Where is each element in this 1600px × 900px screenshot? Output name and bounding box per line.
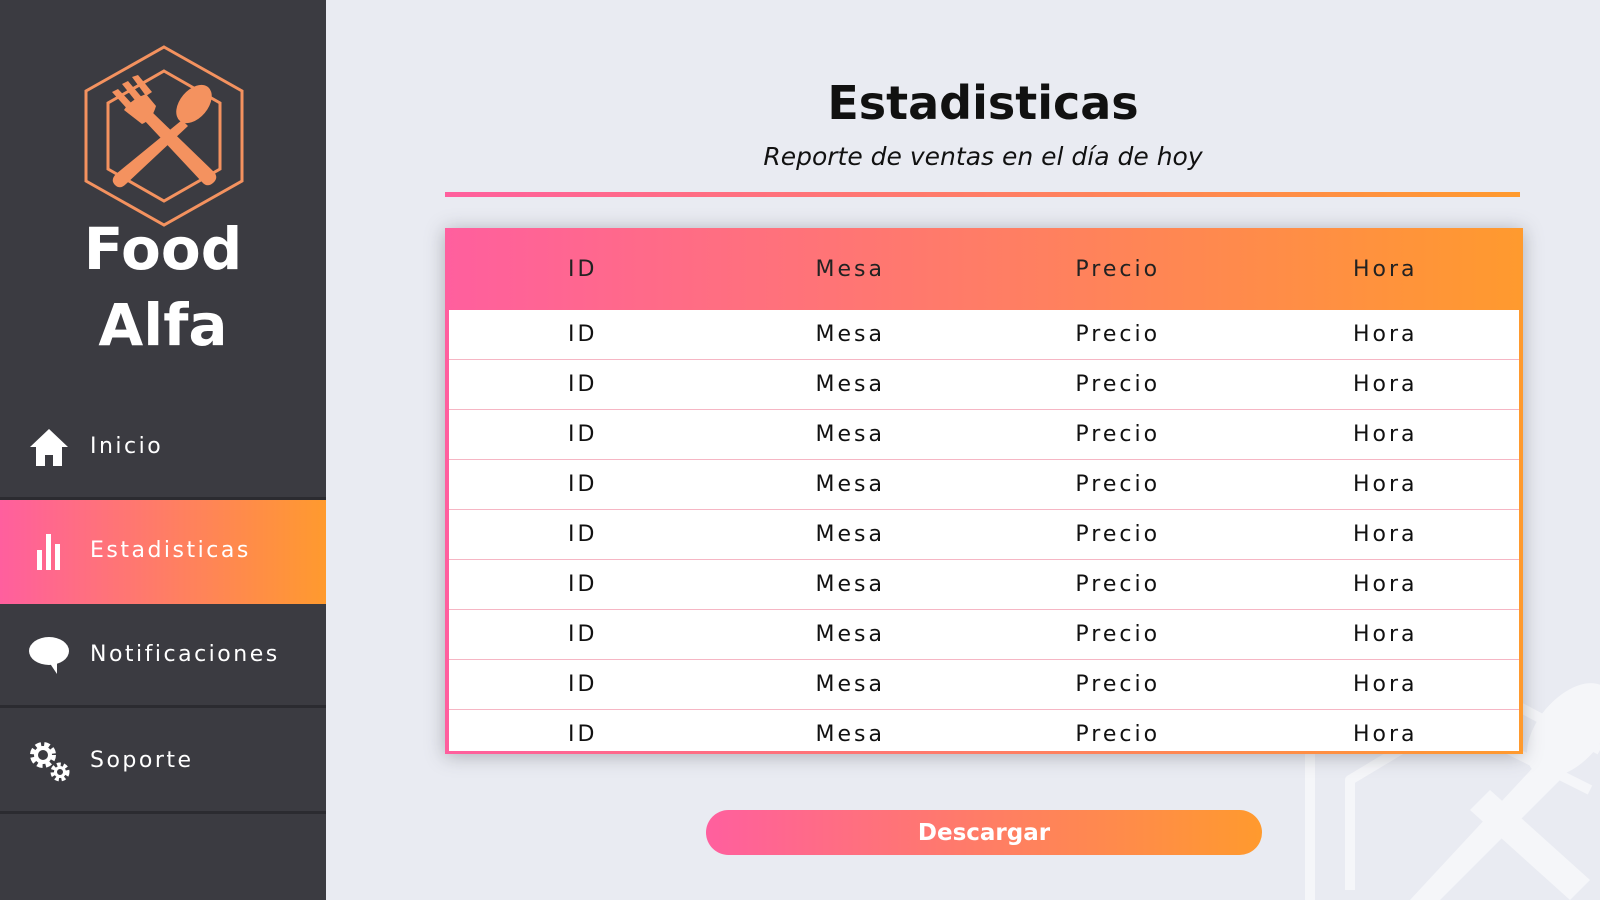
- table-cell-hora: Hora: [1352, 622, 1418, 647]
- table-header-row: ID Mesa Precio Hora: [449, 228, 1519, 310]
- table-cell-precio: Precio: [1075, 522, 1161, 547]
- table-cell-hora: Hora: [1352, 472, 1418, 497]
- table-cell-id: ID: [568, 622, 598, 647]
- sidebar-item-notificaciones[interactable]: Notificaciones: [0, 604, 326, 708]
- sidebar-item-estadisticas[interactable]: Estadisticas: [0, 500, 326, 604]
- table-cell-mesa: Mesa: [815, 672, 885, 697]
- table-row[interactable]: ID Mesa Precio Hora: [449, 410, 1519, 460]
- table-cell-mesa: Mesa: [815, 722, 885, 747]
- table-cell-hora: Hora: [1352, 322, 1418, 347]
- table-cell-id: ID: [568, 572, 598, 597]
- sidebar-item-inicio[interactable]: Inicio: [0, 396, 326, 500]
- table-cell-hora: Hora: [1352, 422, 1418, 447]
- download-button[interactable]: Descargar: [706, 810, 1262, 855]
- table-row[interactable]: ID Mesa Precio Hora: [449, 310, 1519, 360]
- table-cell-id: ID: [568, 372, 598, 397]
- column-header-id[interactable]: ID: [449, 257, 717, 282]
- table-cell-hora: Hora: [1352, 372, 1418, 397]
- table-body: ID Mesa Precio Hora ID Mesa Precio Hora ID Mesa Pr…: [449, 310, 1519, 751]
- table-cell-precio: Precio: [1075, 322, 1161, 347]
- table-cell-id: ID: [568, 322, 598, 347]
- table-cell-id: ID: [568, 672, 598, 697]
- table-row[interactable]: ID Mesa Precio Hora: [449, 560, 1519, 610]
- table-cell-id: ID: [568, 522, 598, 547]
- table-row[interactable]: ID Mesa Precio Hora: [449, 610, 1519, 660]
- column-header-hora[interactable]: Hora: [1252, 257, 1520, 282]
- sidebar-item-label: Estadisticas: [90, 538, 251, 563]
- table-cell-precio: Precio: [1075, 572, 1161, 597]
- column-header-mesa[interactable]: Mesa: [717, 257, 985, 282]
- gears-icon: [26, 738, 72, 784]
- table-row[interactable]: ID Mesa Precio Hora: [449, 710, 1519, 751]
- table-cell-precio: Precio: [1075, 472, 1161, 497]
- table-cell-mesa: Mesa: [815, 622, 885, 647]
- brand-name-line1: Food: [83, 215, 243, 283]
- sidebar-item-label: Inicio: [90, 434, 164, 459]
- table-cell-hora: Hora: [1352, 572, 1418, 597]
- table-row[interactable]: ID Mesa Precio Hora: [449, 660, 1519, 710]
- sidebar-item-soporte[interactable]: Soporte: [0, 710, 326, 814]
- table-cell-id: ID: [568, 722, 598, 747]
- table-cell-precio: Precio: [1075, 372, 1161, 397]
- title-divider: [445, 192, 1520, 197]
- page-subtitle: Reporte de ventas en el día de hoy: [763, 142, 1203, 171]
- sidebar: Food Alfa Inicio Estadisticas Notificaci…: [0, 0, 326, 900]
- table-cell-mesa: Mesa: [815, 322, 885, 347]
- sidebar-item-label: Notificaciones: [90, 642, 280, 667]
- table-cell-precio: Precio: [1075, 722, 1161, 747]
- table-row[interactable]: ID Mesa Precio Hora: [449, 460, 1519, 510]
- column-header-precio[interactable]: Precio: [984, 257, 1252, 282]
- table-cell-mesa: Mesa: [815, 522, 885, 547]
- table-cell-hora: Hora: [1352, 722, 1418, 747]
- home-icon: [26, 424, 72, 470]
- table-cell-precio: Precio: [1075, 672, 1161, 697]
- table-cell-hora: Hora: [1352, 672, 1418, 697]
- table-cell-mesa: Mesa: [815, 572, 885, 597]
- table-cell-mesa: Mesa: [815, 422, 885, 447]
- table-cell-mesa: Mesa: [815, 472, 885, 497]
- speech-bubble-icon: [26, 632, 72, 678]
- table-cell-precio: Precio: [1075, 622, 1161, 647]
- sales-table: ID Mesa Precio Hora ID Mesa Precio Hora ID Me…: [445, 228, 1523, 754]
- table-cell-id: ID: [568, 472, 598, 497]
- table-cell-hora: Hora: [1352, 522, 1418, 547]
- table-cell-mesa: Mesa: [815, 372, 885, 397]
- page-title: Estadisticas: [827, 76, 1139, 130]
- table-cell-id: ID: [568, 422, 598, 447]
- table-row[interactable]: ID Mesa Precio Hora: [449, 510, 1519, 560]
- table-row[interactable]: ID Mesa Precio Hora: [449, 360, 1519, 410]
- table-cell-precio: Precio: [1075, 422, 1161, 447]
- brand-name-line2: Alfa: [98, 291, 228, 359]
- sidebar-item-label: Soporte: [90, 748, 194, 773]
- bar-chart-icon: [26, 528, 72, 574]
- fork-spoon-hexagon-icon: [84, 45, 244, 227]
